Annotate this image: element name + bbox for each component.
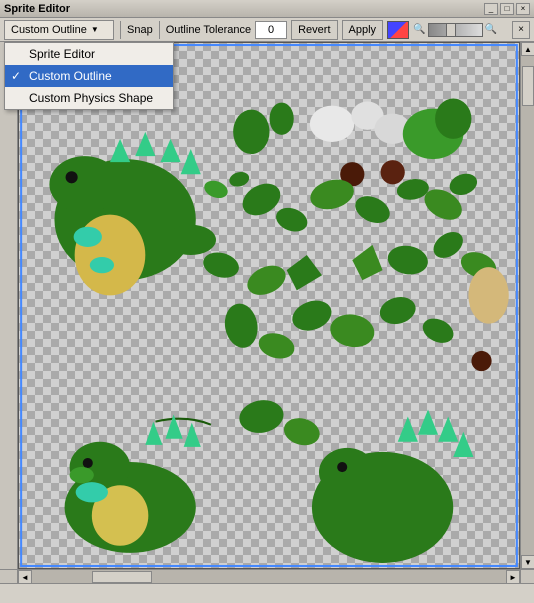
scroll-track-horizontal[interactable] <box>32 570 506 583</box>
status-bar <box>0 583 534 603</box>
menu-item-custom-physics[interactable]: Custom Physics Shape <box>5 87 173 109</box>
revert-button[interactable]: Revert <box>291 20 337 40</box>
scroll-up-button[interactable]: ▲ <box>521 42 534 56</box>
snap-label: Snap <box>127 24 153 36</box>
menu-item-sprite-editor[interactable]: Sprite Editor <box>5 43 173 65</box>
left-toolbar <box>0 42 18 569</box>
canvas-container[interactable] <box>18 42 520 569</box>
separator-2 <box>159 21 160 39</box>
minimize-button[interactable]: _ <box>484 3 498 15</box>
apply-button[interactable]: Apply <box>342 20 384 40</box>
mode-dropdown[interactable]: Custom Outline <box>4 20 114 40</box>
scroll-down-button[interactable]: ▼ <box>521 555 534 569</box>
title-buttons[interactable]: _ □ × <box>484 3 530 15</box>
separator-1 <box>120 21 121 39</box>
scroll-right-button[interactable]: ► <box>506 570 520 584</box>
vertical-scrollbar[interactable]: ▲ ▼ <box>520 42 534 569</box>
sprite-canvas <box>19 43 519 568</box>
maximize-button[interactable]: □ <box>500 3 514 15</box>
close-button[interactable]: × <box>516 3 530 15</box>
zoom-slider-container: 🔍 🔍 <box>413 23 497 37</box>
outline-tolerance-label: Outline Tolerance <box>166 24 251 36</box>
zoom-in-icon: 🔍 <box>485 24 497 35</box>
scroll-track-vertical[interactable] <box>521 56 534 555</box>
scroll-left-button[interactable]: ◄ <box>18 570 32 584</box>
corner-right <box>520 570 534 583</box>
zoom-slider[interactable] <box>428 23 483 37</box>
canvas-area: ▲ ▼ <box>0 42 534 569</box>
menu-item-custom-outline[interactable]: Custom Outline <box>5 65 173 87</box>
horizontal-scrollbar-row: ◄ ► <box>0 569 534 583</box>
dropdown-menu: Sprite Editor Custom Outline Custom Phys… <box>4 42 174 110</box>
scroll-thumb-vertical[interactable] <box>522 66 534 106</box>
scroll-thumb-horizontal[interactable] <box>92 571 152 583</box>
toolbar: Custom Outline Snap Outline Tolerance Re… <box>0 18 534 42</box>
corner-left <box>0 570 18 583</box>
tolerance-input[interactable] <box>255 21 287 39</box>
zoom-out-icon: 🔍 <box>413 24 425 35</box>
checkerboard-bg <box>19 43 519 568</box>
title-bar: Sprite Editor _ □ × <box>0 0 534 18</box>
color-swatch[interactable] <box>387 21 409 39</box>
toolbar-close-button[interactable]: × <box>512 21 530 39</box>
window-title: Sprite Editor <box>4 3 70 15</box>
